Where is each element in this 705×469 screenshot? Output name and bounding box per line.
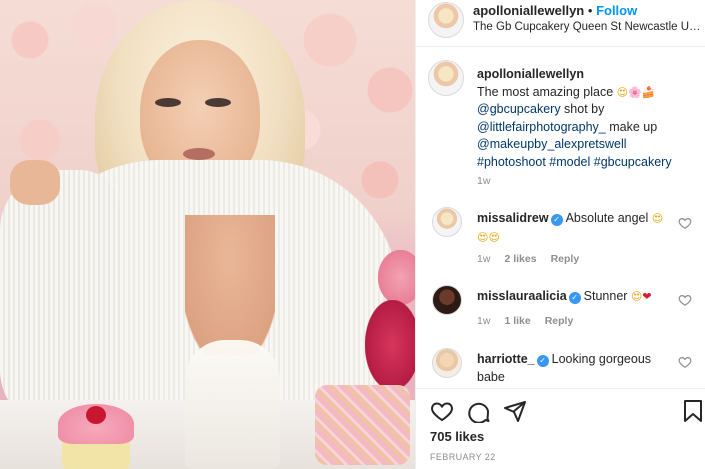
heart-outline-icon[interactable] <box>678 216 692 230</box>
photo-milkshake <box>185 340 280 469</box>
mention-makeup-artist[interactable]: @makeupby_alexpretswell <box>477 137 627 151</box>
reply-button[interactable]: Reply <box>545 315 574 327</box>
verified-badge-icon: ✓ <box>536 355 549 367</box>
red-heart-emoji-icon: ❤ <box>642 290 652 303</box>
caption-avatar[interactable] <box>428 60 464 96</box>
verified-badge-icon: ✓ <box>568 292 581 304</box>
photo-cupcake-cherry <box>86 406 106 424</box>
post-location[interactable]: The Gb Cupcakery Queen St Newcastle Upon… <box>473 21 701 33</box>
heart-outline-icon[interactable] <box>678 355 692 369</box>
comment-text: misslauraalicia ✓ Stunner 😍❤ <box>477 287 677 306</box>
post-side-panel: apolloniallewellyn • Follow The Gb Cupca… <box>415 0 705 469</box>
comment-likes[interactable]: 2 likes <box>504 253 536 265</box>
author-line: apolloniallewellyn • Follow <box>473 3 637 18</box>
caption-body: apolloniallewellyn The most amazing plac… <box>477 66 697 171</box>
photo-eye-right <box>205 98 231 107</box>
comment-meta: 1w 2 likes Reply <box>477 253 593 265</box>
author-username[interactable]: apolloniallewellyn <box>473 3 584 18</box>
post-header: apolloniallewellyn • Follow The Gb Cupca… <box>416 0 705 47</box>
post-photo[interactable] <box>0 0 415 469</box>
photo-cake-slice <box>315 385 410 465</box>
caption-username[interactable]: apolloniallewellyn <box>477 66 697 84</box>
bookmark-icon[interactable] <box>682 399 704 423</box>
heart-eyes-emoji-icon: 😍 <box>651 212 664 225</box>
heart-outline-icon[interactable] <box>678 293 692 307</box>
commenter-username[interactable]: harriotte_ <box>477 352 535 366</box>
caption-make-up: make up <box>605 119 658 134</box>
caption-time[interactable]: 1w <box>477 175 490 187</box>
heart-icon[interactable] <box>430 399 454 423</box>
comment-time[interactable]: 1w <box>477 315 490 327</box>
mention-gbcupcakery[interactable]: @gbcupcakery <box>477 102 561 116</box>
post-date[interactable]: FEBRUARY 22 <box>430 452 496 462</box>
photo-arm <box>0 170 120 430</box>
comment-body: Stunner <box>583 289 628 303</box>
commenter-avatar[interactable] <box>432 348 462 378</box>
comment-body: Absolute angel <box>565 211 649 225</box>
cake-emoji-icon: 🍰 <box>641 85 656 99</box>
heart-eyes-emoji-icon: 😍 <box>630 290 643 303</box>
comment-text: harriotte_ ✓ Looking gorgeous babe <box>477 350 677 386</box>
comment-icon[interactable] <box>467 399 491 423</box>
heart-eyes-emoji-icon: 😍 <box>477 231 489 244</box>
caption-shot-by: shot by <box>560 102 605 116</box>
mention-photographer[interactable]: @littlefairphotography_ <box>477 120 606 134</box>
follow-button[interactable]: Follow <box>596 3 637 18</box>
blossom-emoji-icon: 🌸 <box>628 85 642 99</box>
reply-button[interactable]: Reply <box>551 253 580 265</box>
photo-red-rose <box>365 300 415 390</box>
separator-dot: • <box>587 3 593 18</box>
comment-meta: 1w 1 like Reply <box>477 315 587 327</box>
likes-count[interactable]: 705 likes <box>430 429 484 444</box>
comment-time[interactable]: 1w <box>477 253 490 265</box>
verified-badge-icon: ✓ <box>550 214 563 226</box>
commenter-avatar[interactable] <box>432 285 462 315</box>
commenter-avatar[interactable] <box>432 207 462 237</box>
share-icon[interactable] <box>503 399 527 423</box>
photo-eye-left <box>155 98 181 107</box>
photo-lips <box>183 148 215 160</box>
caption-text: The most amazing place <box>477 84 614 99</box>
heart-eyes-emoji-icon: 😍 <box>488 231 500 244</box>
commenter-username[interactable]: misslauraalicia <box>477 289 567 303</box>
caption-hashtags[interactable]: #photoshoot #model #gbcupcakery <box>477 155 672 169</box>
photo-hand <box>10 160 60 205</box>
heart-eyes-emoji-icon: 😍 <box>616 85 629 99</box>
commenter-username[interactable]: missalidrew <box>477 211 549 225</box>
comment-likes[interactable]: 1 like <box>504 315 530 327</box>
photo-pink-rose <box>378 250 415 305</box>
photo-neckline <box>185 215 275 355</box>
post-actions: 705 likes FEBRUARY 22 <box>416 388 705 469</box>
comment-text: missalidrew ✓ Absolute angel 😍 😍😍 <box>477 209 677 247</box>
author-avatar[interactable] <box>428 2 464 38</box>
